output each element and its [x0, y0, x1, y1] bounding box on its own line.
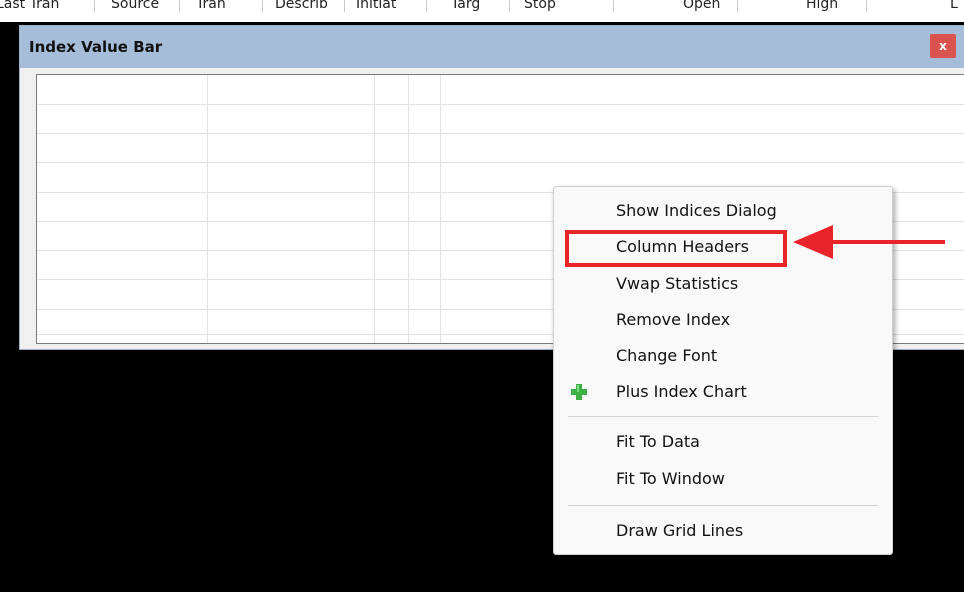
menu-item-label: Vwap Statistics	[616, 274, 739, 293]
menu-item-vwap-statistics[interactable]: Vwap Statistics	[554, 266, 892, 302]
column-header-last-tran[interactable]: Last Tran	[0, 0, 59, 15]
window-title: Index Value Bar	[29, 38, 163, 56]
column-separator	[866, 0, 867, 12]
window-titlebar[interactable]: Index Value Bar x	[20, 26, 964, 68]
menu-separator	[568, 416, 878, 417]
column-header-low[interactable]: L	[950, 0, 958, 15]
annotation-highlight-box	[565, 230, 787, 267]
menu-item-change-font[interactable]: Change Font	[554, 338, 892, 374]
column-separator	[737, 0, 738, 12]
column-separator	[94, 0, 95, 12]
column-separator	[613, 0, 614, 12]
menu-item-fit-to-data[interactable]: Fit To Data	[554, 424, 892, 460]
column-header-describ[interactable]: Describ	[275, 0, 328, 15]
column-header-tran[interactable]: Tran	[196, 0, 226, 15]
column-separator	[426, 0, 427, 12]
menu-separator	[568, 505, 878, 506]
column-header-stop[interactable]: Stop	[524, 0, 556, 15]
menu-item-draw-grid-lines[interactable]: Draw Grid Lines	[554, 513, 892, 549]
column-header-source[interactable]: Source	[111, 0, 159, 15]
plus-icon	[571, 384, 587, 400]
menu-item-fit-to-window[interactable]: Fit To Window	[554, 461, 892, 497]
menu-item-label: Fit To Window	[616, 469, 725, 488]
menu-item-label: Plus Index Chart	[616, 382, 747, 401]
menu-item-label: Fit To Data	[616, 432, 700, 451]
column-header-high[interactable]: High	[806, 0, 838, 15]
grid-column-line	[440, 75, 441, 343]
grid-column-line	[207, 75, 208, 343]
grid-row-line	[37, 133, 964, 134]
menu-item-label: Show Indices Dialog	[616, 201, 777, 220]
grid-row-line	[37, 162, 964, 163]
column-separator	[509, 0, 510, 12]
column-header-open[interactable]: Open	[683, 0, 720, 15]
menu-item-plus-index-chart[interactable]: Plus Index Chart	[554, 374, 892, 410]
menu-item-label: Draw Grid Lines	[616, 521, 744, 540]
annotation-arrow-icon	[793, 225, 945, 259]
column-header-initiat[interactable]: Initiat	[356, 0, 396, 15]
grid-column-line	[408, 75, 409, 343]
menu-item-show-indices-dialog[interactable]: Show Indices Dialog	[554, 193, 892, 229]
column-header-targ[interactable]: Targ	[451, 0, 480, 15]
grid-row-line	[37, 104, 964, 105]
background-grid-header: Last Tran Source Tran Describ Initiat Ta…	[0, 0, 964, 22]
menu-item-label: Change Font	[616, 346, 718, 365]
column-separator	[262, 0, 263, 12]
menu-item-label: Remove Index	[616, 310, 731, 329]
menu-item-remove-index[interactable]: Remove Index	[554, 302, 892, 338]
column-separator	[344, 0, 345, 12]
grid-column-line	[374, 75, 375, 343]
column-separator	[179, 0, 180, 12]
close-button[interactable]: x	[930, 34, 956, 58]
